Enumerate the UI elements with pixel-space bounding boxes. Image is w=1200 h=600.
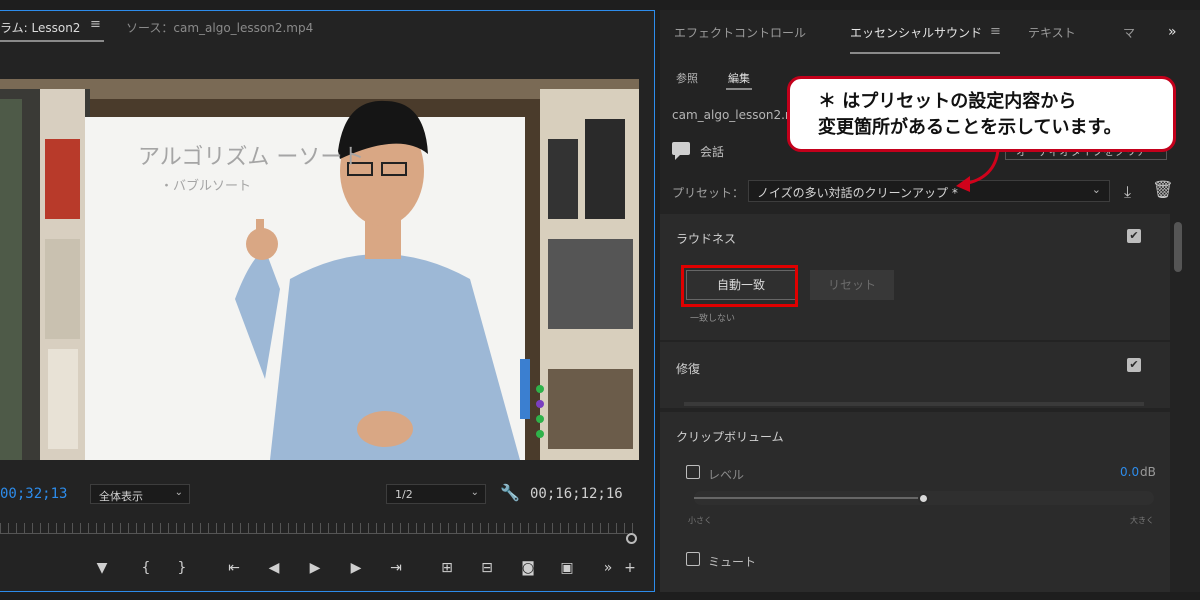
active-tab-indicator [0, 40, 104, 42]
loudness-status: 一致しない [690, 314, 736, 324]
chevron-down-icon: ⌄ [174, 487, 183, 498]
repair-title: 修復 [676, 362, 701, 376]
slider-max-label: 大きく [1130, 516, 1154, 525]
tab-text[interactable]: テキスト [1028, 24, 1076, 41]
panel-menu-icon[interactable]: ≡ [90, 17, 101, 32]
whiteboard-subtext: ・バブルソート [160, 179, 252, 194]
zoom-fit-select[interactable]: 全体表示 ⌄ [90, 484, 190, 504]
time-ruler[interactable] [0, 523, 639, 533]
subtab-edit[interactable]: 編集 [728, 70, 750, 86]
whiteboard-text: アルゴリズム ーソート [138, 145, 365, 170]
mute-label: ミュート [708, 555, 757, 569]
lift-icon[interactable]: ⊞ [437, 559, 457, 577]
level-slider-fill [694, 497, 924, 499]
chevron-down-icon: ⌄ [1091, 183, 1101, 196]
more-icon[interactable]: » [598, 559, 618, 577]
go-to-out-icon[interactable]: ⇥ [386, 559, 406, 577]
audio-type-label: 会話 [700, 145, 725, 159]
tab-effect-controls[interactable]: エフェクトコントロール [674, 24, 806, 41]
callout-line-1: ＊ はプリセットの設定内容から [818, 91, 1077, 112]
active-tab-indicator [850, 52, 1000, 54]
tab-essential-sound[interactable]: エッセンシャルサウンド [850, 24, 982, 41]
reset-button[interactable]: リセット [810, 270, 894, 300]
slider-min-label: 小さく [688, 516, 712, 525]
wrench-icon[interactable]: 🔧 [500, 483, 520, 502]
repair-section [660, 342, 1170, 408]
zoom-fit-value: 全体表示 [99, 490, 143, 503]
mute-checkbox[interactable] [686, 552, 700, 566]
add-marker-icon[interactable]: ▼ [92, 559, 112, 577]
panel-menu-icon[interactable]: ≡ [990, 24, 1001, 39]
level-slider-thumb[interactable] [918, 493, 929, 504]
tab-source[interactable]: ソース：cam_algo_lesson2.mp4 [126, 19, 313, 36]
save-preset-icon[interactable]: ⤓ [1124, 182, 1131, 202]
highlight-box [681, 265, 798, 307]
compare-view-icon[interactable]: ▣ [557, 559, 577, 577]
play-icon[interactable]: ▶ [305, 559, 325, 577]
camera-icon[interactable]: ◙ [518, 559, 538, 577]
playback-resolution-select[interactable]: 1/2 ⌄ [386, 484, 486, 504]
extract-icon[interactable]: ⊟ [477, 559, 497, 577]
active-subtab-indicator [726, 88, 752, 90]
mark-out-icon[interactable]: } [172, 559, 192, 577]
program-monitor-panel: ラム: Lesson2 ≡ ソース：cam_algo_lesson2.mp4 ア… [0, 10, 655, 592]
chevron-down-icon: ⌄ [470, 487, 479, 498]
annotation-callout: ＊ はプリセットの設定内容から 変更箇所があることを示しています。 [787, 76, 1176, 152]
clip-name: cam_algo_lesson2.m [672, 108, 797, 122]
time-ruler-line [0, 533, 628, 534]
preset-select[interactable]: ノイズの多い対話のクリーンアップ * ⌄ [748, 180, 1110, 202]
callout-line-2: 変更箇所があることを示しています。 [818, 117, 1122, 138]
scrollbar[interactable] [1174, 222, 1182, 272]
monitor-tab-bar: ラム: Lesson2 ≡ ソース：cam_algo_lesson2.mp4 [0, 11, 654, 42]
tab-markers[interactable]: マ [1123, 24, 1135, 41]
repair-checkbox[interactable]: ✔ [1127, 358, 1141, 372]
level-unit: dB [1140, 465, 1156, 479]
step-forward-icon[interactable]: ▶ [346, 559, 366, 577]
level-label: レベル [708, 468, 745, 482]
subtab-browse[interactable]: 参照 [676, 70, 698, 86]
clip-volume-title: クリップボリューム [676, 430, 784, 444]
loudness-title: ラウドネス [676, 232, 737, 246]
playhead-timecode[interactable]: 00;32;13 [0, 486, 67, 502]
plus-icon[interactable]: + [620, 559, 640, 577]
trash-icon[interactable]: 🗑 [1152, 180, 1174, 200]
go-to-in-icon[interactable]: ⇤ [224, 559, 244, 577]
zoom-handle[interactable] [626, 533, 637, 544]
level-value[interactable]: 0.0 [1120, 465, 1139, 479]
video-frame[interactable]: アルゴリズム ーソート ・バブルソート [0, 79, 639, 460]
transport-controls: ▼ { } ⇤ ◀ ▶ ▶ ⇥ ⊞ ⊟ ◙ ▣ » + [0, 559, 655, 579]
duration-timecode: 00;16;12;16 [530, 486, 623, 502]
mark-in-icon[interactable]: { [136, 559, 156, 577]
callout-arrow [956, 149, 1000, 192]
resolution-value: 1/2 [395, 488, 413, 501]
dialogue-icon [672, 142, 690, 160]
loudness-checkbox[interactable]: ✔ [1127, 229, 1141, 243]
tab-program[interactable]: ラム: Lesson2 [0, 19, 80, 36]
overflow-tabs-icon[interactable]: » [1168, 24, 1177, 40]
step-back-icon[interactable]: ◀ [264, 559, 284, 577]
preset-label: プリセット： [672, 186, 745, 200]
preset-value: ノイズの多い対話のクリーンアップ * [757, 186, 958, 200]
level-checkbox[interactable] [686, 465, 700, 479]
video-scene [0, 79, 639, 460]
repair-item-peek [684, 402, 1144, 406]
